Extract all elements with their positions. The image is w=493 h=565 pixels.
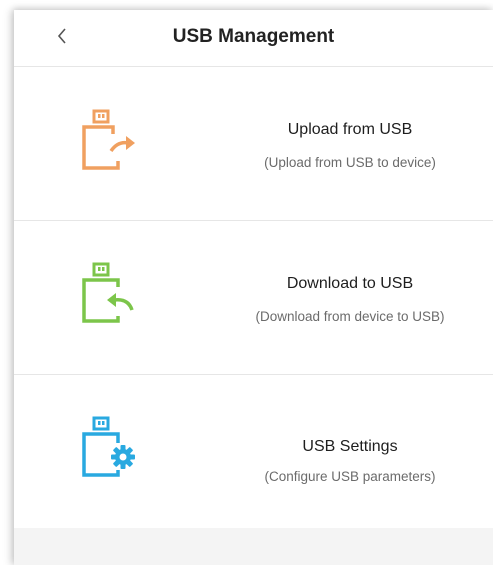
usb-upload-icon [82, 109, 135, 170]
page-title: USB Management [172, 26, 335, 47]
usb-settings-icon [82, 416, 135, 477]
download-to-usb-item[interactable]: Download to USB (Download from device to… [14, 221, 493, 375]
item-label: Download to USB [286, 275, 414, 292]
upload-from-usb-item[interactable]: Upload from USB (Upload from USB to devi… [14, 67, 493, 221]
footer-area [14, 528, 493, 565]
item-description: (Download from device to USB) [255, 309, 445, 324]
header-bar: USB Management [14, 10, 493, 67]
usb-management-screen: USB Management Upload from USB (Upload f… [14, 10, 493, 565]
item-description: (Configure USB parameters) [264, 469, 436, 484]
item-label: USB Settings [302, 438, 398, 455]
usb-settings-item[interactable]: USB Settings (Configure USB parameters) [14, 375, 493, 529]
usb-download-icon [82, 262, 134, 323]
item-label: Upload from USB [287, 121, 413, 138]
item-description: (Upload from USB to device) [264, 155, 436, 170]
